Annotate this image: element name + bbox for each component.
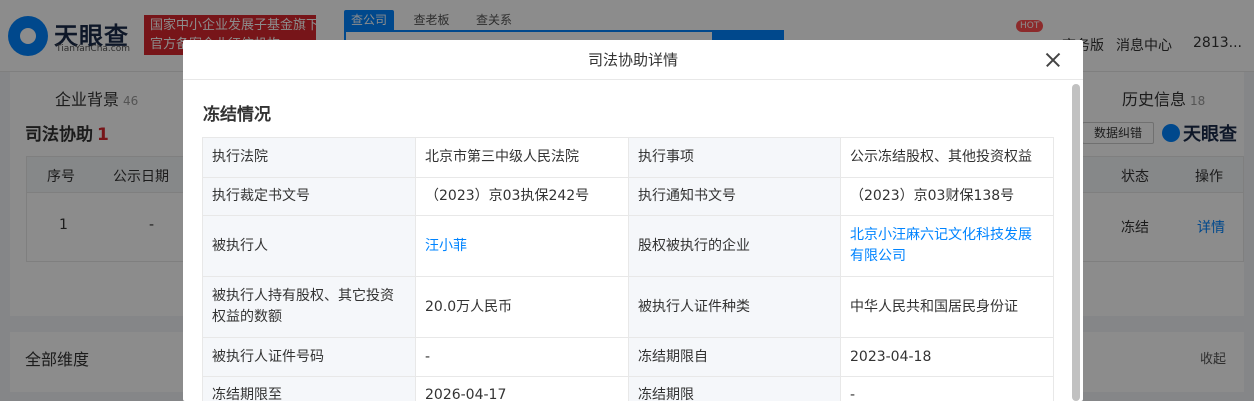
- table-row: 被执行人持有股权、其它投资权益的数额 20.0万人民币 被执行人证件种类 中华人…: [202, 276, 1054, 338]
- label-id-number: 被执行人证件号码: [202, 337, 416, 377]
- label-matter: 执行事项: [628, 137, 841, 178]
- label-court: 执行法院: [202, 137, 416, 178]
- label-freeze-end: 冻结期限至: [202, 376, 416, 401]
- label-equity-amount: 被执行人持有股权、其它投资权益的数额: [202, 276, 416, 338]
- value-id-number: -: [415, 337, 629, 377]
- value-equity-amount: 20.0万人民币: [415, 276, 629, 338]
- value-matter: 公示冻结股权、其他投资权益: [840, 137, 1054, 178]
- label-notice-no: 执行通知书文号: [628, 177, 841, 216]
- table-row: 被执行人证件号码 - 冻结期限自 2023-04-18: [202, 337, 1054, 377]
- label-freeze-term: 冻结期限: [628, 376, 841, 401]
- value-company-link[interactable]: 北京小汪麻六记文化科技发展有限公司: [840, 215, 1054, 277]
- label-freeze-start: 冻结期限自: [628, 337, 841, 377]
- value-freeze-term: -: [840, 376, 1054, 401]
- label-id-type: 被执行人证件种类: [628, 276, 841, 338]
- value-notice-no: （2023）京03财保138号: [840, 177, 1054, 216]
- freeze-heading: 冻结情况: [203, 105, 271, 125]
- value-freeze-start: 2023-04-18: [840, 337, 1054, 377]
- label-ruling-no: 执行裁定书文号: [202, 177, 416, 216]
- freeze-detail-table: 执行法院 北京市第三中级人民法院 执行事项 公示冻结股权、其他投资权益 执行裁定…: [202, 137, 1054, 401]
- value-id-type: 中华人民共和国居民身份证: [840, 276, 1054, 338]
- modal-header: 司法协助详情: [183, 40, 1083, 80]
- table-row: 执行裁定书文号 （2023）京03执保242号 执行通知书文号 （2023）京0…: [202, 177, 1054, 216]
- modal-scrollbar[interactable]: [1072, 84, 1080, 401]
- value-freeze-end: 2026-04-17: [415, 376, 629, 401]
- table-row: 被执行人 汪小菲 股权被执行的企业 北京小汪麻六记文化科技发展有限公司: [202, 215, 1054, 277]
- value-court: 北京市第三中级人民法院: [415, 137, 629, 178]
- modal-title: 司法协助详情: [587, 51, 678, 69]
- judicial-detail-modal: 司法协助详情 冻结情况 执行法院 北京市第三中级人民法院 执行事项 公示冻结股权…: [183, 40, 1083, 401]
- close-icon[interactable]: [1043, 50, 1063, 70]
- table-row: 冻结期限至 2026-04-17 冻结期限 -: [202, 376, 1054, 401]
- label-person: 被执行人: [202, 215, 416, 277]
- value-person-link[interactable]: 汪小菲: [415, 215, 629, 277]
- label-company: 股权被执行的企业: [628, 215, 841, 277]
- table-row: 执行法院 北京市第三中级人民法院 执行事项 公示冻结股权、其他投资权益: [202, 137, 1054, 178]
- value-ruling-no: （2023）京03执保242号: [415, 177, 629, 216]
